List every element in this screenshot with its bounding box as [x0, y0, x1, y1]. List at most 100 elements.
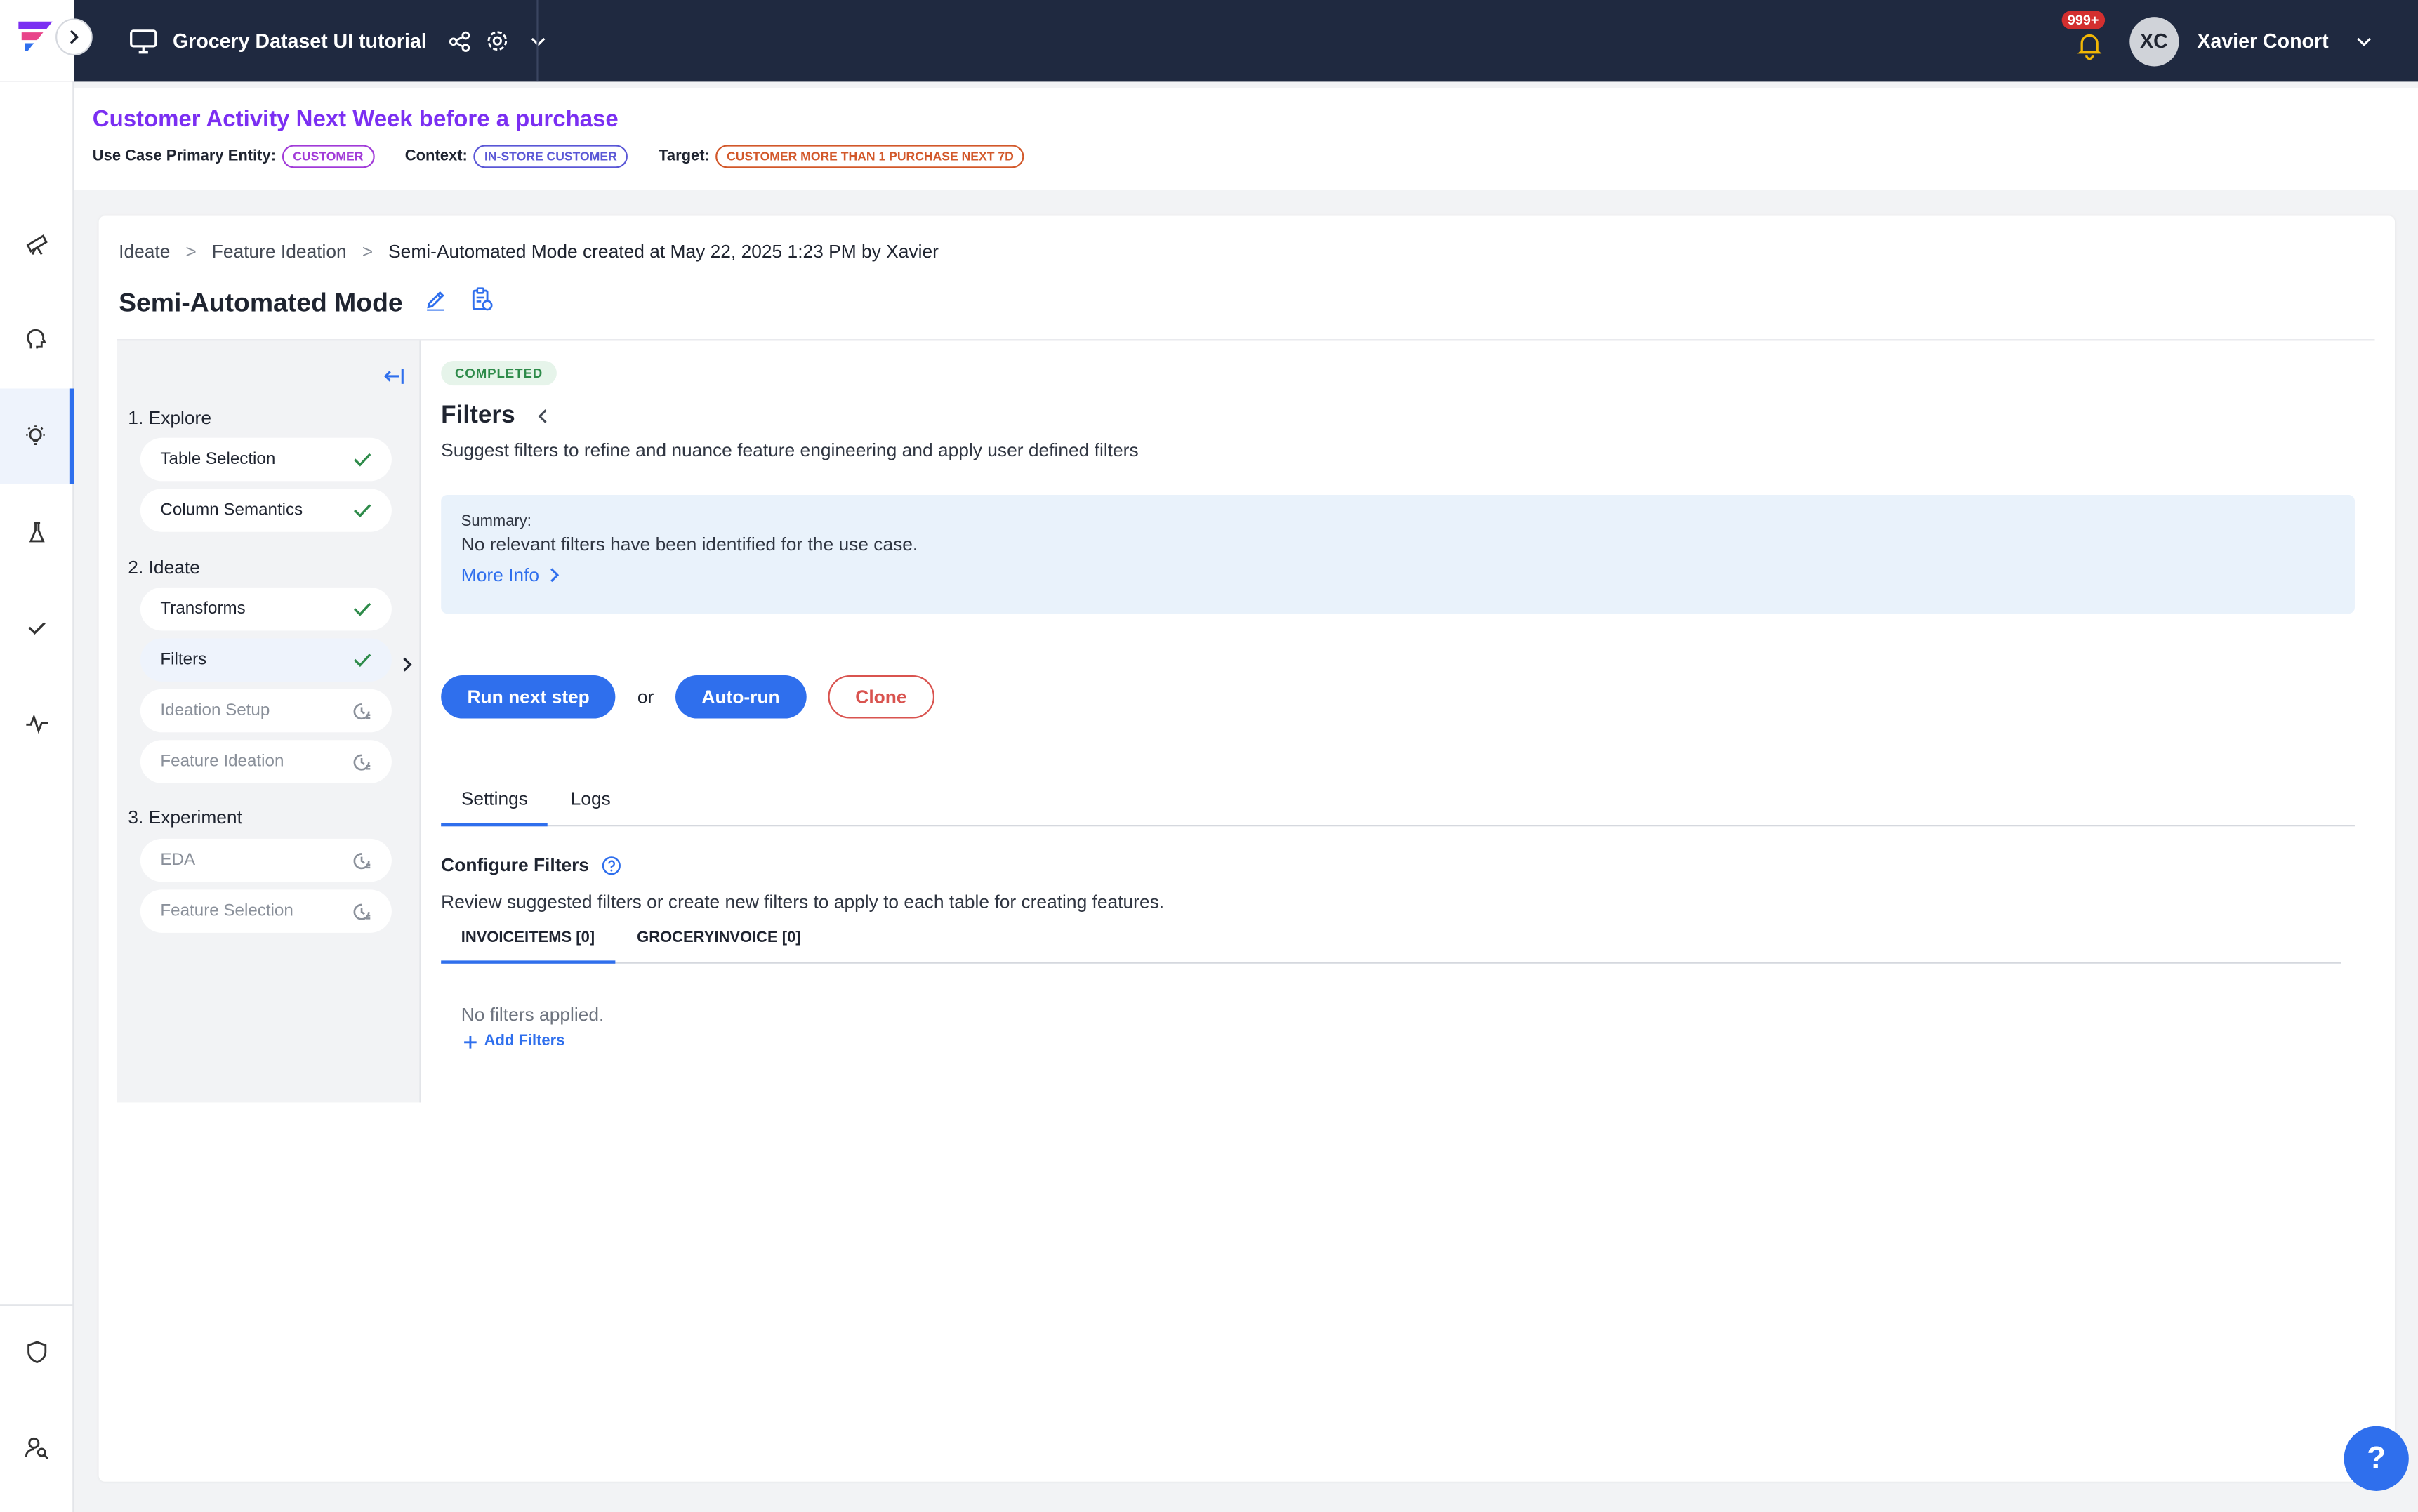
notification-badge: 999+ [2061, 10, 2106, 29]
pending-clock-icon [353, 903, 371, 920]
step-label: Table Selection [160, 450, 276, 469]
edit-icon[interactable] [424, 288, 447, 319]
use-case-title[interactable]: Customer Activity Next Week before a pur… [93, 107, 619, 133]
clipboard-icon[interactable] [469, 287, 494, 319]
breadcrumb: Ideate > Feature Ideation > Semi-Automat… [119, 241, 939, 263]
check-icon [354, 602, 371, 616]
expand-sidebar-button[interactable] [55, 18, 93, 56]
shield-icon [27, 1341, 47, 1364]
breadcrumb-current: Semi-Automated Mode created at May 22, 2… [388, 240, 939, 263]
telescope-icon [26, 234, 48, 256]
auto-run-button[interactable]: Auto-run [675, 675, 807, 719]
target-label: Target: [659, 147, 710, 166]
step-content: COMPLETED Filters Suggest filters to ref… [441, 340, 2374, 1266]
help-circle-icon[interactable] [602, 855, 622, 875]
pending-clock-icon [353, 852, 371, 869]
steps-panel: 1. Explore Table Selection Column Semant… [117, 340, 421, 1103]
rail-item-telescope[interactable] [0, 196, 74, 291]
gear-icon[interactable] [485, 29, 508, 53]
entity-pill: CUSTOMER [282, 145, 374, 168]
step-label: EDA [160, 851, 196, 870]
step-table-selection[interactable]: Table Selection [140, 437, 392, 482]
user-menu-chevron-down-icon[interactable] [2356, 33, 2372, 48]
rail-item-monitor[interactable] [0, 675, 74, 771]
top-bar: Grocery Dataset UI tutorial 999+ XC Xavi… [0, 0, 2418, 82]
project-selector[interactable]: Grocery Dataset UI tutorial [130, 0, 546, 81]
section-title: Filters [441, 402, 549, 430]
context-label: Context: [404, 147, 468, 166]
step-label: Column Semantics [160, 500, 303, 520]
step-feature-selection[interactable]: Feature Selection [140, 889, 392, 933]
step-eda[interactable]: EDA [140, 838, 392, 882]
step-label: Filters [160, 650, 207, 670]
breadcrumb-item-ideate[interactable]: Ideate [119, 241, 170, 263]
use-case-header: Customer Activity Next Week before a pur… [74, 88, 2418, 190]
summary-text: No relevant filters have been identified… [461, 533, 918, 555]
rail-item-user-search[interactable] [0, 1400, 74, 1495]
status-badge: COMPLETED [441, 360, 557, 386]
breadcrumb-item-feature-ideation[interactable]: Feature Ideation [212, 241, 347, 263]
breadcrumb-separator: > [362, 240, 374, 263]
configure-filters-label: Configure Filters [441, 854, 590, 876]
configure-filters-title: Configure Filters [441, 854, 621, 876]
context-pill: IN-STORE CUSTOMER [473, 145, 628, 168]
page-title-row: Semi-Automated Mode [119, 287, 494, 319]
summary-label: Summary: [461, 513, 531, 531]
tab-groceryinvoice[interactable]: GROCERYINVOICE [0] [637, 929, 801, 963]
pending-clock-icon [353, 753, 371, 770]
check-icon [354, 504, 371, 518]
step-feature-ideation[interactable]: Feature Ideation [140, 740, 392, 783]
activity-icon [26, 714, 48, 734]
app-logo-icon [18, 21, 53, 51]
rail-item-brain[interactable] [0, 291, 74, 387]
step-ideation-setup[interactable]: Ideation Setup [140, 689, 392, 733]
more-info-link[interactable]: More Info [461, 564, 2335, 586]
notifications-button[interactable]: 999+ [2061, 10, 2111, 60]
brain-icon [27, 329, 47, 349]
step-label: Feature Selection [160, 901, 293, 921]
rail-item-ideate[interactable] [0, 388, 74, 484]
step-filters[interactable]: Filters [140, 638, 392, 682]
chevron-left-icon[interactable] [536, 409, 549, 424]
collapse-panel-icon[interactable] [383, 366, 404, 394]
step-group-experiment: 3. Experiment [128, 806, 242, 828]
flask-icon [29, 522, 45, 543]
help-button[interactable]: ? [2344, 1426, 2409, 1491]
add-filters-button[interactable]: Add Filters [463, 1033, 564, 1050]
user-name[interactable]: Xavier Conort [2197, 29, 2328, 53]
entity-label: Use Case Primary Entity: [92, 147, 277, 166]
plus-icon [464, 1035, 477, 1048]
use-case-meta: Use Case Primary Entity: CUSTOMER Contex… [93, 145, 1055, 168]
rail-item-governance[interactable] [0, 1304, 74, 1400]
target-pill: CUSTOMER MORE THAN 1 PURCHASE NEXT 7D [715, 145, 1025, 168]
rail-item-experiment[interactable] [0, 484, 74, 580]
tab-settings[interactable]: Settings [441, 788, 548, 827]
share-icon[interactable] [449, 30, 470, 52]
lightbulb-icon [25, 425, 44, 445]
step-label: Transforms [160, 599, 246, 618]
step-transforms[interactable]: Transforms [140, 587, 392, 631]
section-description: Suggest filters to refine and nuance fea… [441, 439, 1139, 461]
configure-filters-description: Review suggested filters or create new f… [441, 891, 1165, 913]
active-step-chevron-right-icon [401, 652, 414, 680]
chevron-right-icon [70, 29, 79, 44]
run-next-step-button[interactable]: Run next step [441, 675, 616, 719]
step-label: Feature Ideation [160, 752, 284, 771]
page-title: Semi-Automated Mode [119, 287, 403, 317]
check-icon [354, 654, 371, 668]
rail-item-approve[interactable] [0, 580, 74, 675]
summary-box: Summary: No relevant filters have been i… [441, 495, 2355, 614]
action-row: Run next step or Auto-run Clone [441, 675, 935, 719]
tab-logs[interactable]: Logs [571, 788, 611, 826]
step-column-semantics[interactable]: Column Semantics [140, 489, 392, 532]
app-root: Grocery Dataset UI tutorial 999+ XC Xavi… [0, 0, 2418, 1512]
tab-bar: Settings Logs [441, 780, 2355, 827]
more-info-label: More Info [461, 564, 540, 586]
user-area: 999+ XC Xavier Conort [2061, 0, 2372, 81]
or-text: or [637, 686, 654, 708]
avatar[interactable]: XC [2129, 16, 2179, 66]
section-title-text: Filters [441, 402, 515, 429]
bell-icon [2077, 33, 2101, 59]
tab-invoiceitems[interactable]: INVOICEITEMS [0] [441, 929, 615, 964]
clone-button[interactable]: Clone [827, 675, 935, 719]
